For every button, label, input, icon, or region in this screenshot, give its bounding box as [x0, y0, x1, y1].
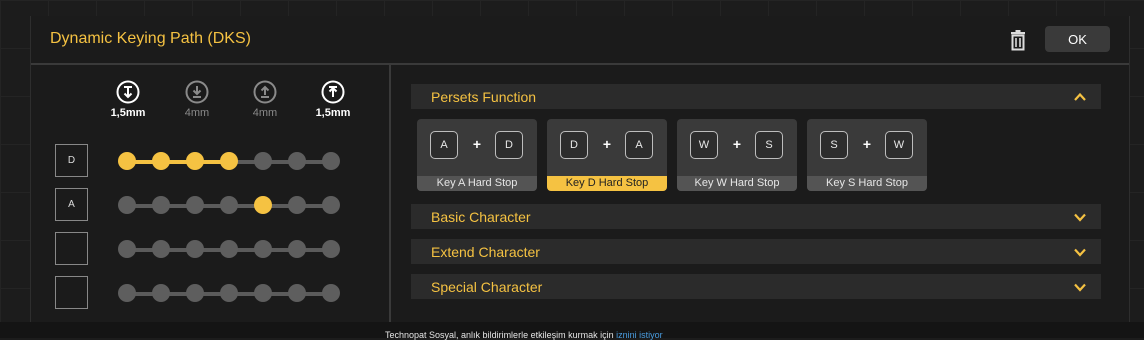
travel-track-4 — [118, 284, 340, 304]
preset-key-d-hard-stop[interactable]: D + A Key D Hard Stop — [547, 119, 667, 191]
travel-dot-5[interactable] — [254, 196, 272, 214]
preset-keycap: S — [820, 131, 848, 159]
release-top-icon — [321, 80, 345, 104]
plus-icon: + — [602, 136, 612, 152]
bottom-out-icon — [185, 80, 209, 104]
section-basic-character[interactable]: Basic Character — [411, 204, 1101, 229]
travel-dot-7[interactable] — [322, 284, 340, 302]
preset-key-s-hard-stop[interactable]: S + W Key S Hard Stop — [807, 119, 927, 191]
travel-dot-2[interactable] — [152, 196, 170, 214]
preset-keycap: S — [755, 131, 783, 159]
preset-key-a-hard-stop[interactable]: A + D Key A Hard Stop — [417, 119, 537, 191]
travel-dot-6[interactable] — [288, 240, 306, 258]
notification-text: Technopat Sosyal, anlık bildirimlerle et… — [385, 330, 663, 340]
dialog-title: Dynamic Keying Path (DKS) — [50, 30, 251, 47]
preset-label: Key A Hard Stop — [417, 176, 537, 191]
plus-icon: + — [472, 136, 482, 152]
release-up-icon — [253, 80, 277, 104]
travel-dot-4[interactable] — [220, 196, 238, 214]
key-slot-4[interactable] — [55, 276, 88, 309]
travel-label-1: 1,5mm — [110, 107, 146, 119]
travel-track-3 — [118, 240, 340, 260]
section-special-character[interactable]: Special Character — [411, 274, 1101, 299]
travel-dot-3[interactable] — [186, 284, 204, 302]
travel-dot-4[interactable] — [220, 284, 238, 302]
travel-dot-2[interactable] — [152, 284, 170, 302]
travel-column-1: 1,5mm — [98, 80, 158, 119]
travel-dot-1[interactable] — [118, 284, 136, 302]
key-slot-2[interactable]: A — [55, 188, 88, 221]
ok-button[interactable]: OK — [1045, 26, 1110, 52]
preset-key-w-hard-stop[interactable]: W + S Key W Hard Stop — [677, 119, 797, 191]
travel-column-4: 1,5mm — [303, 80, 363, 119]
dks-dialog: Dynamic Keying Path (DKS) OK 1,5mm 4mm 4… — [30, 16, 1130, 322]
travel-dot-1[interactable] — [118, 196, 136, 214]
travel-track-1 — [118, 152, 340, 172]
plus-icon: + — [862, 136, 872, 152]
travel-dot-4[interactable] — [220, 240, 238, 258]
plus-icon: + — [732, 136, 742, 152]
key-travel-panel: 1,5mm 4mm 4mm 1,5mm D A — [31, 65, 389, 322]
press-down-icon — [116, 80, 140, 104]
travel-dot-3[interactable] — [186, 196, 204, 214]
travel-label-3: 4mm — [252, 107, 278, 119]
preset-keycap: A — [430, 131, 458, 159]
preset-label: Key S Hard Stop — [807, 176, 927, 191]
chevron-down-icon — [1074, 213, 1086, 222]
chevron-down-icon — [1074, 283, 1086, 292]
preset-keycap: W — [690, 131, 718, 159]
preset-keycap: A — [625, 131, 653, 159]
key-slot-3[interactable] — [55, 232, 88, 265]
section-extend-character[interactable]: Extend Character — [411, 239, 1101, 264]
travel-dot-7[interactable] — [322, 240, 340, 258]
travel-dot-5[interactable] — [254, 284, 272, 302]
preset-keycap: W — [885, 131, 913, 159]
dialog-header: Dynamic Keying Path (DKS) OK — [31, 16, 1129, 65]
travel-column-2: 4mm — [167, 80, 227, 119]
travel-dot-5[interactable] — [254, 152, 272, 170]
preset-keycap: D — [495, 131, 523, 159]
travel-dot-3[interactable] — [186, 152, 204, 170]
travel-label-2: 4mm — [184, 107, 210, 119]
travel-dot-1[interactable] — [118, 240, 136, 258]
travel-dot-5[interactable] — [254, 240, 272, 258]
travel-column-3: 4mm — [235, 80, 295, 119]
travel-dot-2[interactable] — [152, 152, 170, 170]
travel-dot-2[interactable] — [152, 240, 170, 258]
chevron-down-icon — [1074, 248, 1086, 257]
travel-dot-7[interactable] — [322, 196, 340, 214]
trash-icon[interactable] — [1006, 29, 1030, 53]
travel-dot-6[interactable] — [288, 196, 306, 214]
travel-dot-6[interactable] — [288, 152, 306, 170]
travel-dot-1[interactable] — [118, 152, 136, 170]
travel-label-4: 1,5mm — [315, 107, 351, 119]
panel-divider — [389, 65, 391, 322]
permission-link[interactable]: iznini istiyor — [616, 330, 663, 340]
travel-dot-6[interactable] — [288, 284, 306, 302]
travel-dot-3[interactable] — [186, 240, 204, 258]
section-presets-function[interactable]: Persets Function — [411, 84, 1101, 109]
travel-dot-7[interactable] — [322, 152, 340, 170]
preset-label: Key D Hard Stop — [547, 176, 667, 191]
preset-keycap: D — [560, 131, 588, 159]
chevron-up-icon — [1074, 92, 1086, 101]
preset-label: Key W Hard Stop — [677, 176, 797, 191]
key-slot-1[interactable]: D — [55, 144, 88, 177]
travel-dot-4[interactable] — [220, 152, 238, 170]
travel-track-2 — [118, 196, 340, 216]
track-fill — [127, 160, 229, 164]
